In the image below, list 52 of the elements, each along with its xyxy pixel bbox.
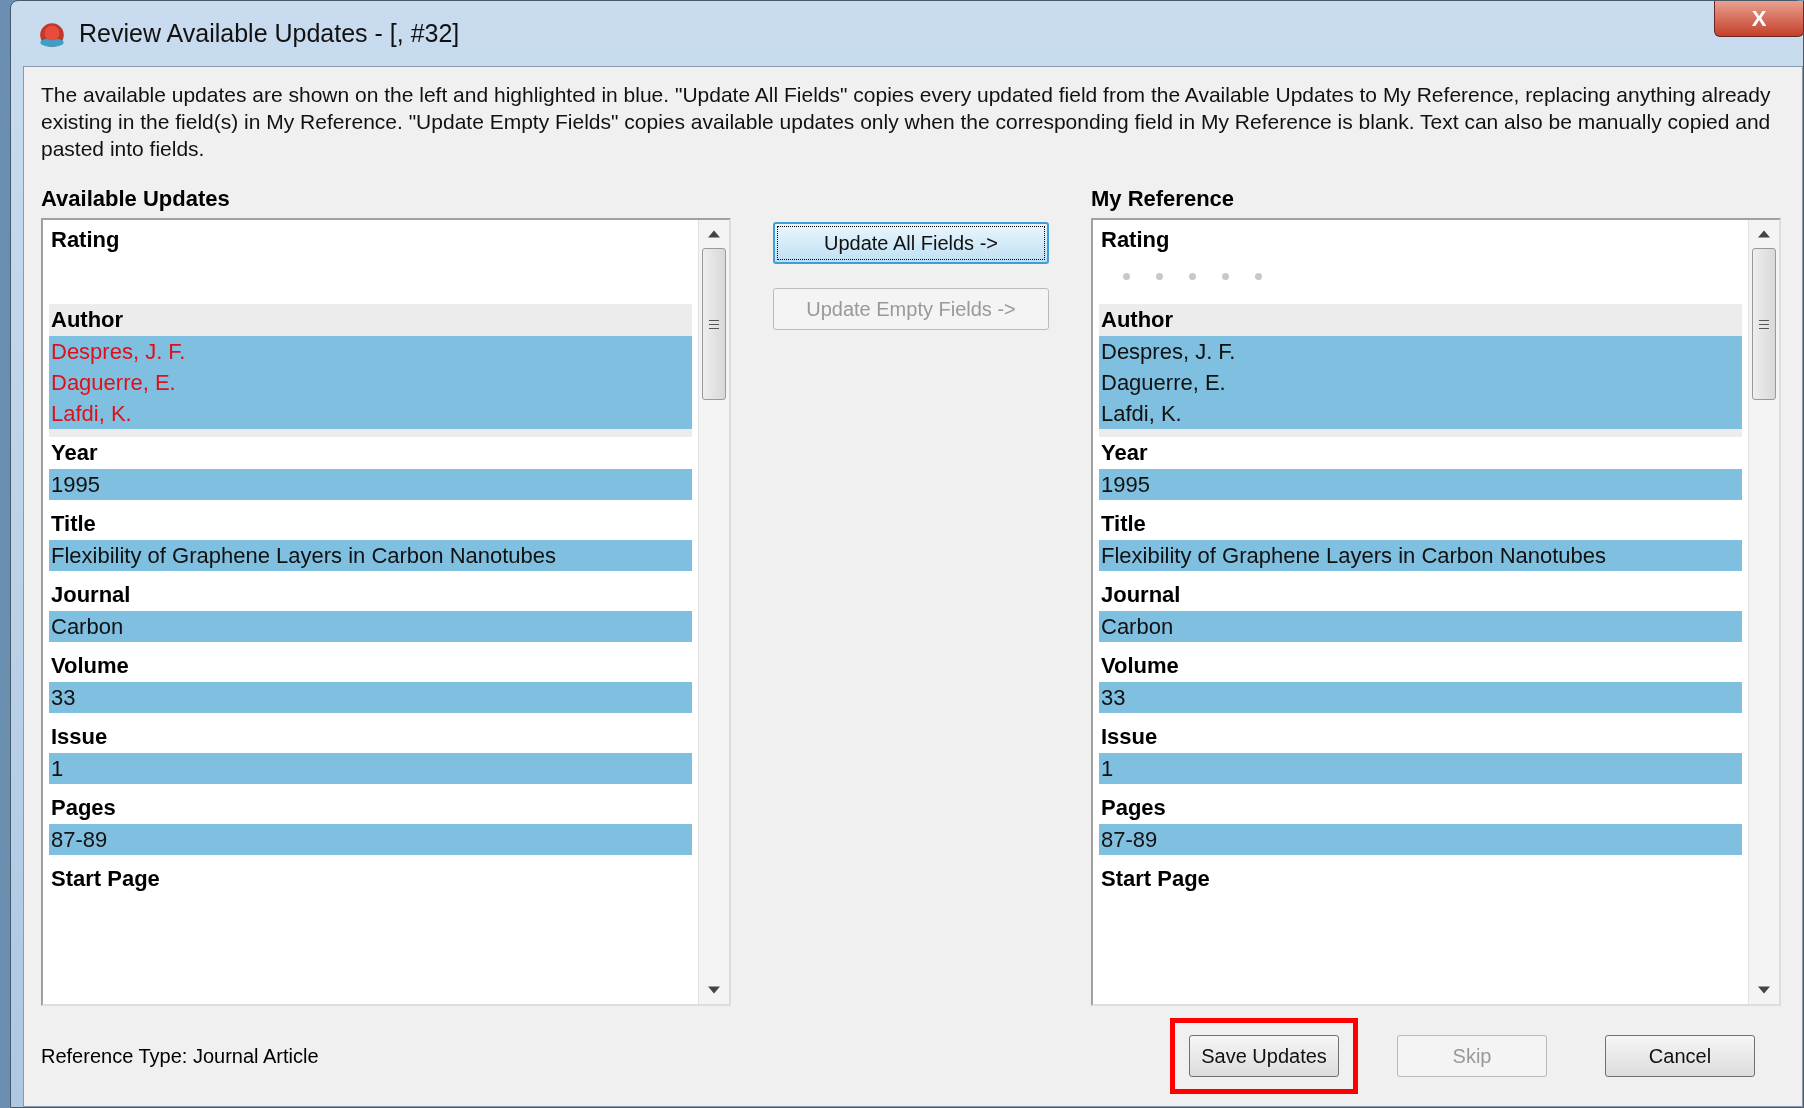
field-value[interactable]: 33 (1101, 682, 1742, 713)
field-value[interactable]: 1995 (1101, 469, 1742, 500)
rating-dot[interactable] (1123, 272, 1130, 280)
field-value[interactable]: Lafdi, K. (1101, 398, 1742, 429)
scroll-down-icon[interactable] (708, 986, 720, 994)
scrollbar[interactable] (698, 220, 729, 1004)
description-text: The available updates are shown on the left and highlighted in blue. "Update All Fields" copies every updated field from the Available Updates to My Reference, replacing anything already existing in the field(s) in My Reference. "Update Empty Fields" copies available updates only when the corresponding field in My Reference is blank. Text can also be manually copied and pasted into fields. (41, 82, 1772, 162)
dialog-button[interactable]: Cancel (1605, 1035, 1755, 1077)
field-label: Issue (1100, 723, 1159, 751)
field-label: Journal (1100, 581, 1182, 609)
field-value[interactable]: 33 (51, 682, 692, 713)
field-label: Pages (50, 794, 117, 822)
field-value[interactable]: Daguerre, E. (1101, 367, 1742, 398)
dialog-button[interactable]: Save Updates (1189, 1035, 1339, 1077)
field-value[interactable]: Flexibility of Graphene Layers in Carbon Nanotubes (1101, 540, 1742, 571)
field-value[interactable]: Flexibility of Graphene Layers in Carbon Nanotubes (51, 540, 692, 571)
field-label: Year (50, 439, 99, 467)
scrollbar[interactable] (1748, 220, 1779, 1004)
reference-type-text: Reference Type: Journal Article (41, 1044, 319, 1068)
update-button[interactable]: Update All Fields -> (773, 222, 1049, 264)
field-label: Year (1100, 439, 1149, 467)
field-label: Rating (50, 226, 121, 254)
field-label: Start Page (50, 865, 161, 893)
window-title: Review Available Updates - [, #32] (79, 19, 460, 48)
field-value[interactable]: 1 (51, 753, 692, 784)
field-value[interactable]: 1 (1101, 753, 1742, 784)
scroll-up-icon[interactable] (708, 230, 720, 238)
field-label: Rating (1100, 226, 1171, 254)
field-label: Pages (1100, 794, 1167, 822)
field-value[interactable]: 87-89 (51, 824, 692, 855)
panel-title: My Reference (1091, 186, 1236, 212)
field-value[interactable]: 1995 (51, 469, 692, 500)
field-label: Volume (50, 652, 130, 680)
field-label: Title (50, 510, 97, 538)
scroll-up-icon[interactable] (1758, 230, 1770, 238)
field-value[interactable]: Despres, J. F. (1101, 336, 1742, 367)
field-label: Title (1100, 510, 1147, 538)
field-label: Issue (50, 723, 109, 751)
rating-dot[interactable] (1222, 272, 1229, 280)
field-label: Volume (1100, 652, 1180, 680)
field-label: Start Page (1100, 865, 1211, 893)
rating-dot[interactable] (1156, 272, 1163, 280)
scroll-down-icon[interactable] (1758, 986, 1770, 994)
field-label: Journal (50, 581, 132, 609)
field-label: Author (50, 306, 125, 334)
panel-title: Available Updates (41, 186, 231, 212)
rating-dot[interactable] (1189, 272, 1196, 280)
field-label: Author (1100, 306, 1175, 334)
field-value[interactable]: Carbon (1101, 611, 1742, 642)
field-value[interactable]: 87-89 (1101, 824, 1742, 855)
rating-dot[interactable] (1255, 272, 1262, 280)
field-value[interactable]: Carbon (51, 611, 692, 642)
